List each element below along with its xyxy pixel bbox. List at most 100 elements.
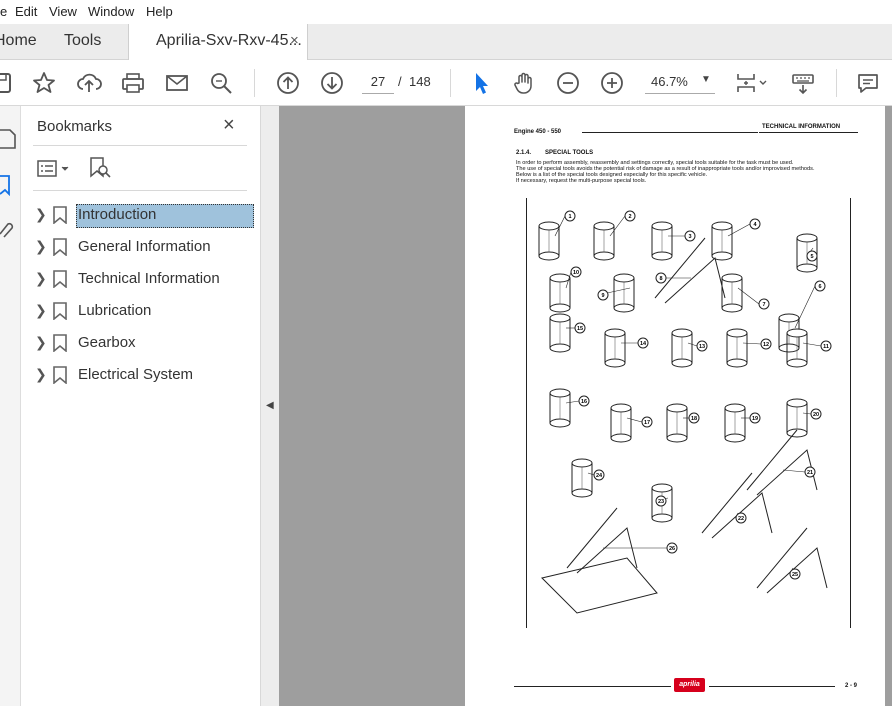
menu-window[interactable]: Window (88, 4, 134, 19)
section-title: SPECIAL TOOLS (545, 150, 594, 156)
page-thumbnails-icon[interactable] (0, 128, 18, 150)
tab-bar: Home Tools Aprilia-Sxv-Rxv-45... × (0, 24, 892, 61)
search-icon[interactable] (208, 70, 234, 96)
callout-label: 21 (807, 470, 813, 476)
callout-label: 8 (659, 276, 662, 282)
bookmarks-title: Bookmarks (37, 118, 113, 135)
tool-10: 10 (549, 266, 582, 313)
tool-22: 22 (701, 472, 773, 539)
aprilia-logo: aprilia (674, 678, 705, 692)
callout-label: 1 (568, 214, 571, 220)
collapse-panel-icon[interactable]: ◀ (266, 400, 274, 411)
tab-document[interactable]: Aprilia-Sxv-Rxv-45... × (128, 24, 308, 61)
mail-icon[interactable] (164, 70, 190, 96)
callout-label: 26 (669, 546, 675, 552)
bookmark-electrical-system[interactable]: ❯ Electrical System (33, 361, 255, 389)
bookmark-options-button[interactable] (37, 158, 77, 180)
bookmark-label: Introduction (76, 204, 254, 228)
chevron-right-icon[interactable]: ❯ (35, 206, 47, 223)
bookmark-introduction[interactable]: ❯ Introduction (33, 201, 255, 229)
callout-label: 20 (813, 412, 819, 418)
header-rule (582, 132, 758, 133)
tool-1: 1 (538, 210, 576, 261)
divider (33, 145, 247, 146)
callout-label: 17 (644, 420, 650, 426)
cloud-upload-icon[interactable] (76, 70, 102, 96)
bookmark-label: General Information (78, 238, 211, 255)
page-fit-icon[interactable] (734, 70, 770, 96)
chevron-right-icon[interactable]: ❯ (35, 270, 47, 287)
callout-label: 13 (699, 344, 705, 350)
menu-help[interactable]: Help (146, 4, 173, 19)
bookmark-icon (53, 366, 67, 384)
callout-label: 5 (810, 254, 813, 260)
callout-label: 18 (691, 416, 697, 422)
select-cursor-icon[interactable] (468, 70, 494, 96)
keyboard-scroll-icon[interactable] (790, 70, 816, 96)
tab-tools[interactable]: Tools (64, 24, 114, 60)
page-number-input[interactable] (362, 70, 394, 94)
tool-12: 12 (726, 328, 772, 368)
bookmark-label: Technical Information (78, 270, 220, 287)
close-tab-icon[interactable]: × (290, 24, 299, 58)
callout-label: 19 (752, 416, 758, 422)
bookmark-gearbox[interactable]: ❯ Gearbox (33, 329, 255, 357)
header-rule (759, 132, 858, 133)
bookmark-rail-icon[interactable] (0, 174, 18, 197)
chevron-right-icon[interactable]: ❯ (35, 334, 47, 351)
chevron-right-icon[interactable]: ❯ (35, 366, 47, 383)
close-icon[interactable]: × (223, 114, 235, 137)
next-page-icon[interactable] (319, 70, 345, 96)
body-paragraph: If necessary, request the multi-purpose … (516, 178, 647, 184)
zoom-value: 46.7% (651, 74, 688, 89)
tab-document-label: Aprilia-Sxv-Rxv-45... (156, 32, 302, 49)
tool-3: 3 (651, 221, 696, 261)
attachment-icon[interactable] (0, 218, 18, 240)
bookmark-icon (53, 334, 67, 352)
bookmark-general-information[interactable]: ❯ General Information (33, 233, 255, 261)
callout-label: 24 (596, 473, 603, 479)
tab-home[interactable]: Home (0, 24, 44, 60)
bookmark-lubrication[interactable]: ❯ Lubrication (33, 297, 255, 325)
tool-6: 6 (778, 280, 826, 353)
callout-label: 6 (818, 284, 821, 290)
tab-tools-label: Tools (64, 32, 102, 49)
chevron-down-icon: ▼ (701, 74, 711, 85)
find-bookmark-icon[interactable] (89, 156, 111, 180)
callout-label: 2 (628, 214, 631, 220)
print-icon[interactable] (120, 70, 146, 96)
callout-label: 9 (601, 293, 604, 299)
tool-20: 20 (786, 398, 822, 438)
zoom-out-icon[interactable] (555, 70, 581, 96)
zoom-dropdown[interactable]: 46.7% ▼ (645, 70, 715, 94)
bookmarks-panel: Bookmarks × ❯ Introduction ❯ General Inf… (21, 106, 261, 706)
chevron-right-icon[interactable]: ❯ (35, 238, 47, 255)
tool-19: 19 (724, 403, 761, 443)
previous-page-icon[interactable] (275, 70, 301, 96)
chevron-right-icon[interactable]: ❯ (35, 302, 47, 319)
tool-7: 7 (721, 273, 770, 313)
tool-8: 8 (654, 237, 726, 304)
bookmark-icon (53, 302, 67, 320)
menu-edit[interactable]: Edit (15, 4, 37, 19)
page-body-text: In order to perform assembly, reassembly… (516, 160, 861, 184)
tools-illustration: 1 23456789101112131415161718 1920212223242… (538, 210, 832, 614)
pdf-page[interactable]: Engine 450 - 550 TECHNICAL INFORMATION 2… (465, 106, 885, 706)
toolbar-separator (450, 69, 451, 97)
zoom-in-icon[interactable] (599, 70, 625, 96)
page-header-right: TECHNICAL INFORMATION (762, 124, 841, 130)
menu-file[interactable]: e (0, 4, 7, 19)
panel-splitter[interactable]: ◀ (261, 106, 279, 706)
tool-4: 4 (711, 218, 761, 261)
menu-view[interactable]: View (49, 4, 77, 19)
callout-label: 3 (688, 234, 691, 240)
hand-tool-icon[interactable] (511, 70, 537, 96)
comment-icon[interactable] (855, 70, 881, 96)
tool-26: 26 (541, 507, 678, 614)
bookmark-label: Electrical System (78, 366, 194, 383)
save-icon[interactable] (0, 70, 14, 96)
page-separator: / (398, 74, 402, 89)
bookmark-technical-information[interactable]: ❯ Technical Information (33, 265, 255, 293)
star-icon[interactable] (31, 70, 57, 96)
tool-9: 9 (597, 273, 635, 313)
